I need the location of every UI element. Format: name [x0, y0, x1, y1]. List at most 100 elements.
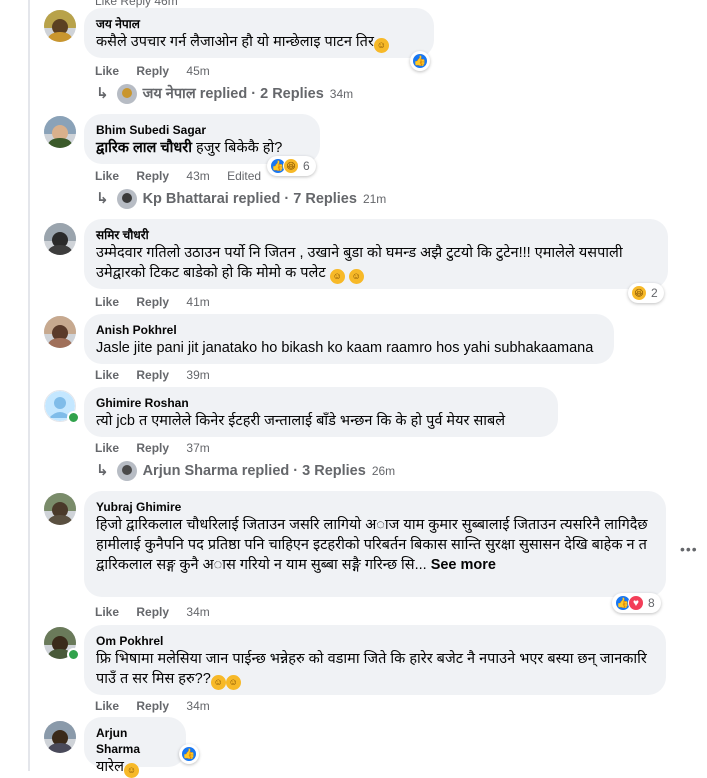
comment-actions: Like Reply 34m: [95, 698, 224, 714]
comment-author[interactable]: Om Pokhrel: [96, 633, 654, 649]
replier-name: Arjun Sharma: [142, 463, 238, 479]
comment-author[interactable]: Arjun Sharma: [96, 725, 174, 757]
rofl-emoji-icon: ☺: [225, 675, 241, 690]
comment-author[interactable]: समिर चौधरी: [96, 227, 656, 243]
comment-author[interactable]: जय नेपाल: [96, 16, 422, 32]
love-icon: ♥: [628, 595, 644, 611]
avatar[interactable]: [44, 493, 76, 525]
comment-actions: Like Reply 43m Edited: [95, 168, 261, 184]
comment-time[interactable]: 41m: [186, 295, 209, 309]
reply-button[interactable]: Reply: [136, 64, 169, 78]
comment-time[interactable]: 34m: [186, 605, 209, 619]
like-button[interactable]: Like: [95, 699, 119, 713]
replies-time: 34m: [329, 87, 354, 101]
avatar[interactable]: [44, 223, 76, 255]
see-more-link[interactable]: See more: [431, 557, 496, 573]
avatar: [116, 461, 137, 481]
replies-time: 21m: [362, 192, 387, 206]
tongue-emoji-icon: ☺: [210, 675, 226, 690]
online-status-icon: [67, 411, 80, 424]
reaction-count: 2: [651, 286, 658, 300]
reply-button[interactable]: Reply: [136, 441, 169, 455]
reaction-summary[interactable]: 👍: [179, 744, 199, 764]
comment-author[interactable]: Yubraj Ghimire: [96, 499, 654, 515]
comment-time[interactable]: 39m: [186, 368, 209, 382]
avatar[interactable]: [44, 721, 76, 753]
like-button[interactable]: Like: [95, 441, 119, 455]
reaction-summary[interactable]: 😆 2: [628, 283, 664, 303]
reply-arrow-icon: ↳: [96, 462, 109, 479]
comment-bubble: Ghimire Roshan त्यो jcb त एमालेले किनेर …: [84, 387, 558, 437]
reaction-count: 8: [648, 596, 655, 610]
comment-time[interactable]: 43m: [186, 169, 209, 183]
avatar: [116, 84, 137, 104]
reply-button[interactable]: Reply: [136, 368, 169, 382]
edited-label: Edited: [227, 169, 262, 183]
like-button[interactable]: Like: [95, 64, 119, 78]
comment-time[interactable]: 45m: [186, 64, 209, 78]
view-replies-link[interactable]: ↳ Kp Bhattarai replied · 7 Replies 21m: [96, 189, 386, 209]
avatar[interactable]: [44, 116, 76, 148]
reply-arrow-icon: ↳: [96, 190, 109, 207]
comment-text: उम्मेदवार गतिलो उठाउन पर्यो नि जितन , उख…: [96, 243, 656, 284]
like-icon: 👍: [412, 53, 428, 69]
like-button[interactable]: Like: [95, 295, 119, 309]
view-replies-link[interactable]: ↳ Arjun Sharma replied · 3 Replies 26m: [96, 461, 395, 481]
reply-button[interactable]: Reply: [136, 605, 169, 619]
replies-count: replied · 2 Replies: [199, 86, 324, 102]
mention-tag[interactable]: द्वारिक लाल चौधरी: [96, 140, 192, 156]
reply-button[interactable]: Reply: [136, 295, 169, 309]
comment-bubble: Om Pokhrel फ्रि भिषामा मलेसिया जान पाईन्…: [84, 625, 666, 695]
comment-actions: Like Reply 39m: [95, 367, 224, 383]
comment-text: यारेल ☺: [96, 757, 174, 778]
comment-bubble: समिर चौधरी उम्मेदवार गतिलो उठाउन पर्यो न…: [84, 219, 668, 289]
like-icon: 👍: [181, 746, 197, 762]
avatar[interactable]: [44, 10, 76, 42]
comment-bubble: Anish Pokhrel Jasle jite pani jit janata…: [84, 314, 614, 364]
grin-emoji-icon: ☺: [329, 269, 345, 284]
avatar: [116, 189, 137, 209]
like-button[interactable]: Like: [95, 605, 119, 619]
comment-time[interactable]: 37m: [186, 441, 209, 455]
smile-emoji-icon: ☺: [373, 38, 389, 53]
reply-arrow-icon: ↳: [96, 85, 109, 102]
comment-author[interactable]: Anish Pokhrel: [96, 322, 602, 338]
comment-actions: Like Reply 34m: [95, 604, 224, 620]
like-button[interactable]: Like: [95, 169, 119, 183]
thread-line: [28, 0, 30, 771]
view-replies-link[interactable]: ↳ जय नेपाल replied · 2 Replies 34m: [96, 84, 353, 104]
comment-author[interactable]: Bhim Subedi Sagar: [96, 122, 308, 138]
reaction-summary[interactable]: 👍: [410, 51, 430, 71]
comment-text: द्वारिक लाल चौधरी हजुर बिकेकै हो?: [96, 140, 283, 156]
comment-bubble: Yubraj Ghimire हिजो द्वारिकलाल चौधरिलाई …: [84, 491, 666, 597]
avatar[interactable]: [44, 316, 76, 348]
comment-text: त्यो jcb त एमालेले किनेर ईटहरी जन्तालाई …: [96, 413, 506, 429]
replies-count: replied · 3 Replies: [241, 463, 366, 479]
comment-bubble: Arjun Sharma यारेल ☺: [84, 717, 186, 778]
replies-time: 26m: [371, 464, 396, 478]
reaction-summary[interactable]: 👍 😆 6: [267, 156, 316, 176]
comment-text: फ्रि भिषामा मलेसिया जान पाईन्छ भन्नेहरु …: [96, 649, 654, 690]
grin-emoji-icon: ☺: [348, 269, 364, 284]
haha-icon: 😆: [631, 285, 647, 301]
reaction-count: 6: [303, 159, 310, 173]
reaction-summary[interactable]: 👍 ♥ 8: [612, 593, 661, 613]
haha-icon: 😆: [283, 158, 299, 174]
replier-name: जय नेपाल: [142, 86, 196, 102]
comment-text: हिजो द्वारिकलाल चौधरिलाई जिताउन जसरि लाग…: [96, 517, 648, 573]
comment-actions: Like Reply 37m: [95, 440, 224, 456]
more-options-icon[interactable]: •••: [680, 541, 698, 557]
replies-count: replied · 7 Replies: [232, 191, 357, 207]
comment-actions: Like Reply 45m: [95, 63, 224, 79]
previous-comment-actions: Like Reply 46m: [95, 0, 178, 8]
comment-actions: Like Reply 41m: [95, 294, 224, 310]
comment-time[interactable]: 34m: [186, 699, 209, 713]
reply-button[interactable]: Reply: [136, 699, 169, 713]
comment-bubble: जय नेपाल कसैले उपचार गर्न लैजाओन हौ यो म…: [84, 8, 434, 58]
comment-text: कसैले उपचार गर्न लैजाओन हौ यो मान्छेलाइ …: [96, 32, 422, 53]
replier-name: Kp Bhattarai: [142, 191, 229, 207]
like-button[interactable]: Like: [95, 368, 119, 382]
reply-button[interactable]: Reply: [136, 169, 169, 183]
comment-author[interactable]: Ghimire Roshan: [96, 395, 546, 411]
online-status-icon: [67, 648, 80, 661]
